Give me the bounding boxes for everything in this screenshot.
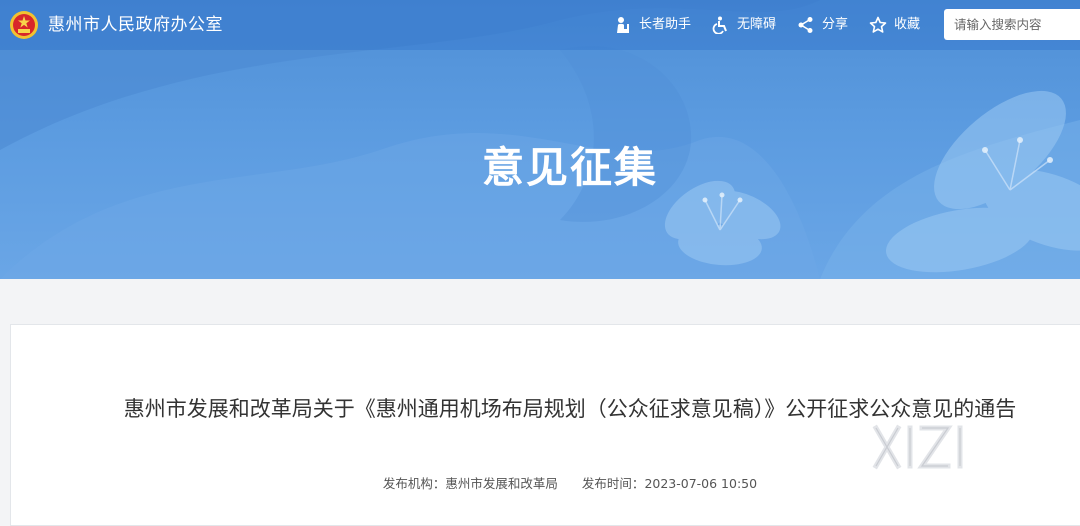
favorite-button[interactable]: 收藏 (869, 14, 920, 36)
share-icon (798, 17, 813, 33)
banner-title: 意见征集 (481, 143, 658, 192)
elder-assist-icon (617, 17, 629, 33)
elder-assist-button[interactable]: 长者助手 (614, 14, 691, 36)
search-input[interactable] (944, 9, 1080, 40)
banner: 惠州市人民政府办公室 长者助手 无障碍 分享 收藏 意见征集 (0, 0, 1080, 279)
accessibility-button[interactable]: 无障碍 (712, 14, 776, 36)
accessibility-label: 无障碍 (737, 17, 777, 32)
accessibility-icon (712, 16, 727, 34)
article-meta: 发布机构：惠州市发展和改革局 发布时间：2023-07-06 10:50 (0, 473, 1080, 492)
publish-time-info: 发布时间：2023-07-06 10:50 (582, 476, 757, 491)
share-label: 分享 (822, 17, 849, 32)
favorite-label: 收藏 (894, 17, 921, 32)
publisher-info: 发布机构：惠州市发展和改革局 (383, 476, 558, 491)
publish-time-label: 发布时间： (581, 476, 645, 491)
publish-time-value: 2023-07-06 10:50 (644, 476, 758, 491)
elder-assist-label: 长者助手 (639, 17, 692, 32)
star-icon (869, 16, 887, 33)
publisher-label: 发布机构： (382, 476, 446, 491)
national-emblem-icon (10, 11, 38, 39)
article-title: 惠州市发展和改革局关于《惠州通用机场布局规划（公众征求意见稿）》公开征求公众意见… (123, 397, 1017, 421)
share-button[interactable]: 分享 (797, 14, 848, 36)
site-title[interactable]: 惠州市人民政府办公室 (48, 13, 223, 37)
watermark-logo (872, 424, 963, 470)
publisher-value: 惠州市发展和改革局 (445, 476, 558, 491)
